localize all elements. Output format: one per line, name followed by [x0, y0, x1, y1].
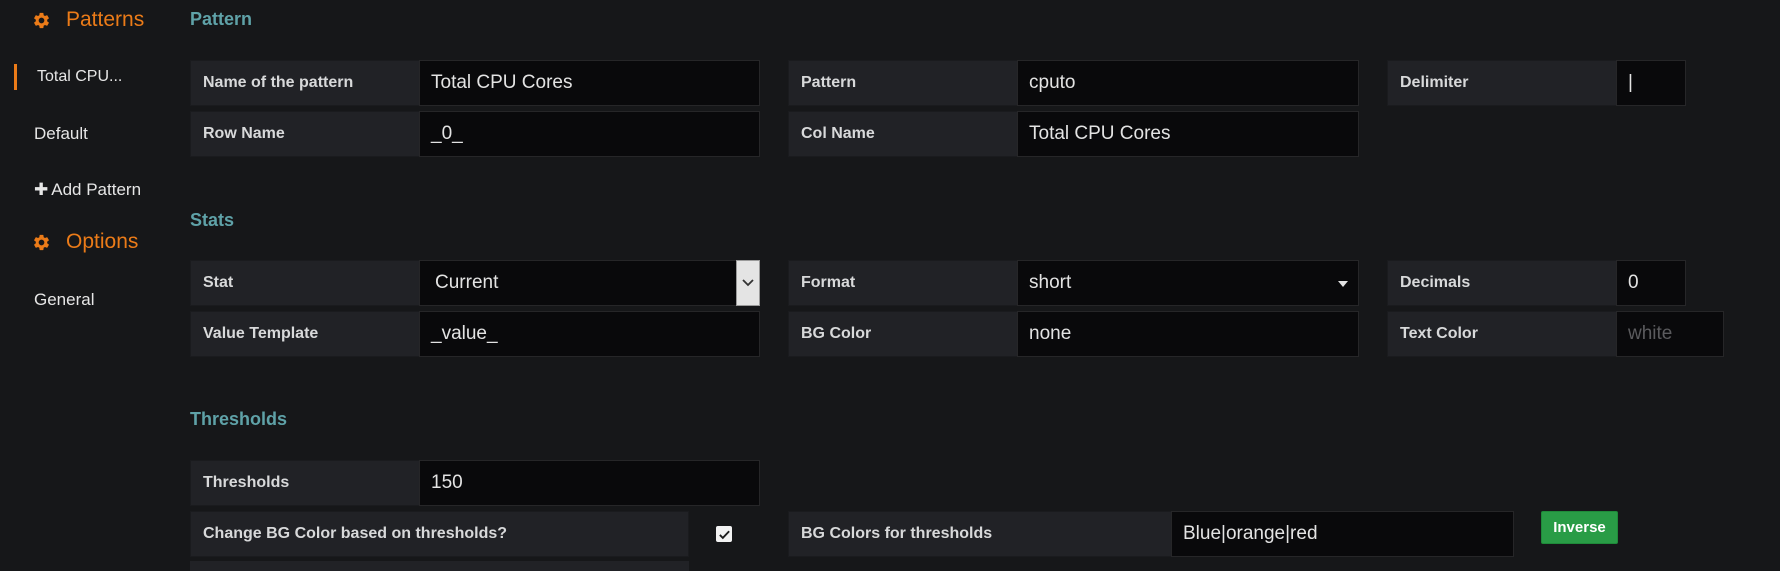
pattern-input[interactable]: cputo — [1017, 60, 1359, 106]
pattern-section-title: Pattern — [190, 9, 253, 29]
caret-down-icon — [1338, 281, 1348, 287]
bg-color-input[interactable]: none — [1017, 311, 1359, 357]
add-pattern-link[interactable]: ✚ Add Pattern — [34, 180, 141, 200]
sidebar-item-general[interactable]: General — [34, 290, 94, 310]
active-indicator — [14, 64, 17, 90]
pattern-label: Pattern — [788, 60, 1018, 106]
chevron-down-icon — [742, 279, 754, 287]
checkmark-icon — [718, 530, 730, 539]
row-name-label: Row Name — [190, 111, 420, 157]
next-row-partial — [190, 561, 689, 571]
stat-label: Stat — [190, 260, 420, 306]
value-template-label: Value Template — [190, 311, 420, 357]
options-heading-label: Options — [66, 230, 139, 253]
thresholds-input[interactable]: 150 — [419, 460, 760, 506]
value-template-input[interactable]: _value_ — [419, 311, 760, 357]
options-heading: Options — [32, 230, 138, 254]
thresholds-section-title: Thresholds — [190, 409, 288, 429]
sidebar-item-default[interactable]: Default — [34, 124, 88, 144]
format-label: Format — [788, 260, 1018, 306]
thresholds-label: Thresholds — [190, 460, 420, 506]
inverse-button[interactable]: Inverse — [1541, 511, 1618, 544]
stat-select[interactable]: Current — [419, 260, 737, 306]
row-name-input[interactable]: _0_ — [419, 111, 760, 157]
text-color-label: Text Color — [1387, 311, 1617, 357]
col-name-label: Col Name — [788, 111, 1018, 157]
text-color-input[interactable]: white — [1616, 311, 1724, 357]
gear-icon — [32, 11, 51, 30]
change-bg-label: Change BG Color based on thresholds? — [190, 511, 689, 557]
bg-colors-thresholds-input[interactable]: Blue|orange|red — [1171, 511, 1514, 557]
sidebar-item-total-cpu[interactable]: Total CPU... — [37, 68, 122, 86]
stats-section-title: Stats — [190, 210, 235, 230]
format-select[interactable]: short — [1017, 260, 1359, 306]
stat-select-toggle[interactable] — [736, 260, 760, 306]
add-pattern-label: Add Pattern — [51, 180, 142, 199]
col-name-input[interactable]: Total CPU Cores — [1017, 111, 1359, 157]
name-of-pattern-input[interactable]: Total CPU Cores — [419, 60, 760, 106]
name-of-pattern-label: Name of the pattern — [190, 60, 420, 106]
decimals-label: Decimals — [1387, 260, 1617, 306]
patterns-heading: Patterns — [32, 8, 144, 32]
plus-icon: ✚ — [34, 180, 49, 199]
delimiter-label: Delimiter — [1387, 60, 1617, 106]
change-bg-checkbox[interactable] — [716, 526, 732, 542]
decimals-input[interactable]: 0 — [1616, 260, 1686, 306]
patterns-heading-label: Patterns — [66, 8, 145, 31]
bg-color-label: BG Color — [788, 311, 1018, 357]
delimiter-input[interactable]: | — [1616, 60, 1686, 106]
gear-icon — [32, 233, 51, 252]
bg-colors-thresholds-label: BG Colors for thresholds — [788, 511, 1172, 557]
